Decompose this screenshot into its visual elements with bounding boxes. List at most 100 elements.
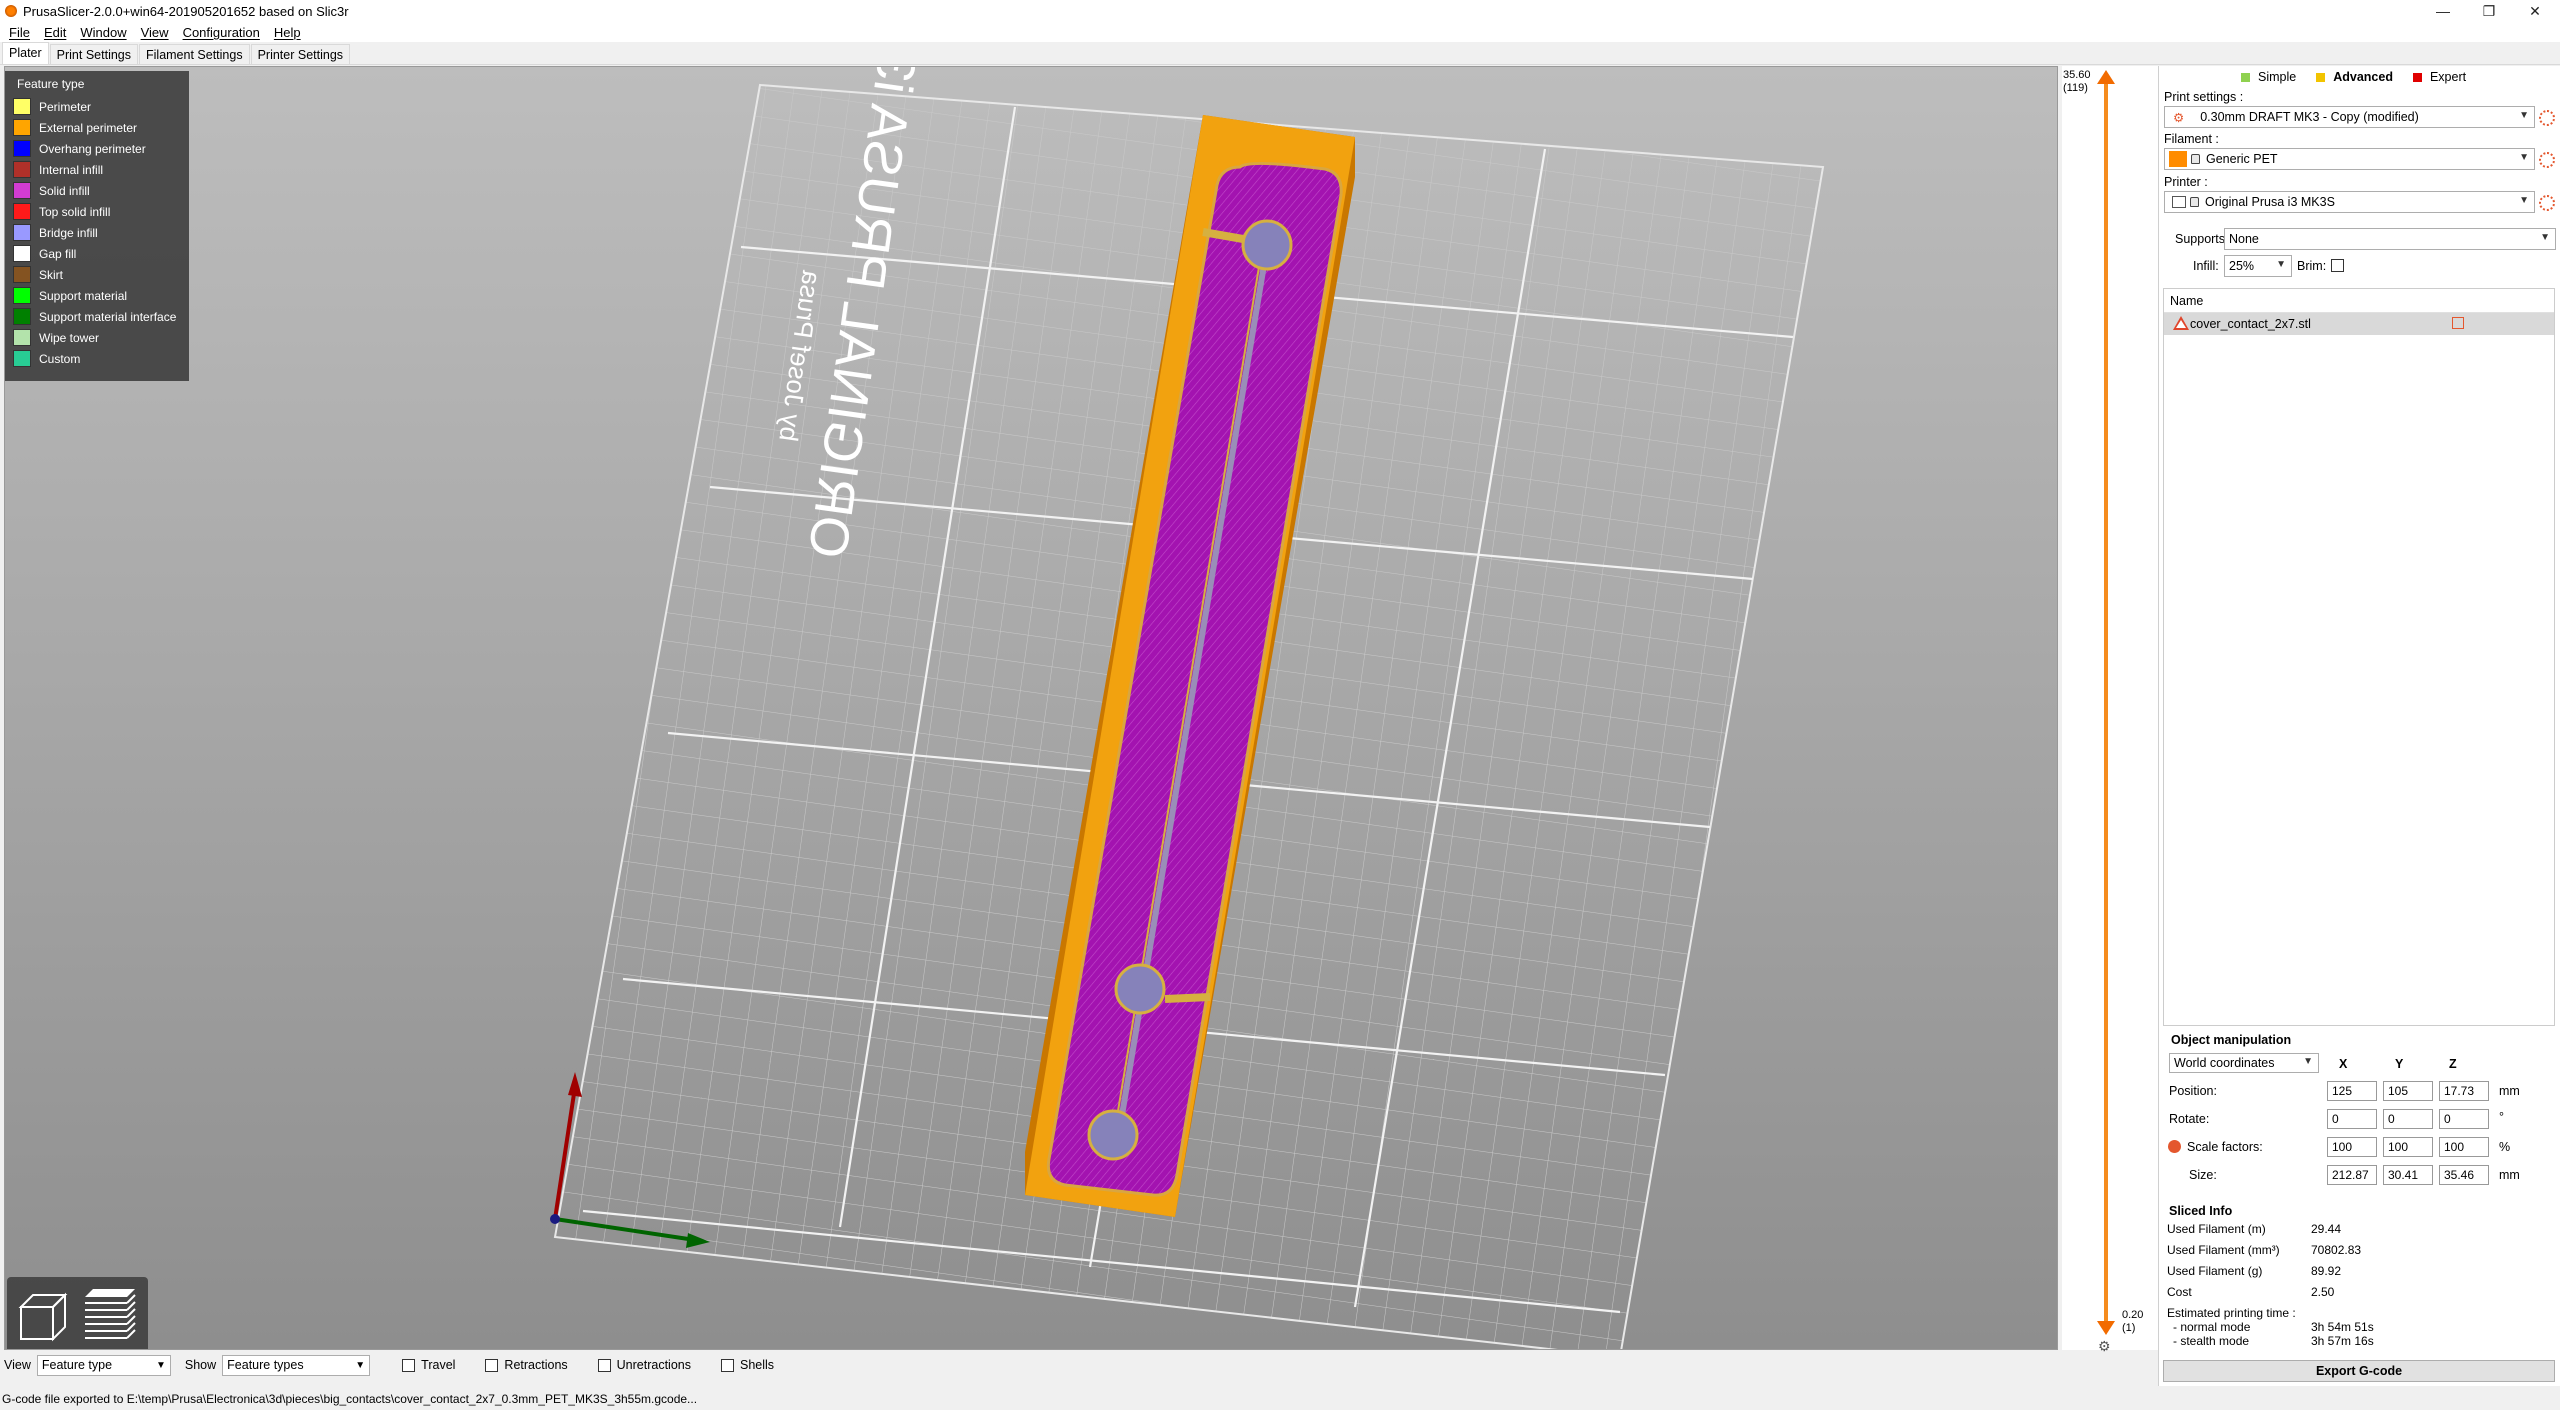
filament-combo[interactable]: Generic PET ▼ bbox=[2164, 148, 2535, 170]
layer-slider[interactable]: 35.60 (119) 0.20 (1) ⚙ bbox=[2062, 66, 2158, 1354]
legend-swatch bbox=[13, 350, 31, 367]
object-list[interactable]: Name cover_contact_2x7.stl bbox=[2163, 288, 2555, 1026]
legend-label: Wipe tower bbox=[39, 330, 100, 345]
window-title: PrusaSlicer-2.0.0+win64-201905201652 bas… bbox=[23, 3, 349, 19]
menu-window[interactable]: Window bbox=[75, 25, 135, 40]
legend-label: Bridge infill bbox=[39, 225, 98, 240]
print-settings-edit-icon[interactable] bbox=[2539, 110, 2555, 126]
legend-label: Top solid infill bbox=[39, 204, 111, 219]
infill-label: Infill: bbox=[2193, 259, 2219, 273]
supports-label: Supports: bbox=[2175, 232, 2229, 246]
layers-preview-icon[interactable] bbox=[79, 1285, 139, 1345]
tab-print-settings[interactable]: Print Settings bbox=[49, 44, 138, 64]
legend-item: Wipe tower bbox=[13, 327, 181, 348]
legend-swatch bbox=[13, 266, 31, 283]
filament-label: Filament : bbox=[2164, 132, 2219, 146]
travel-checkbox-box[interactable] bbox=[402, 1358, 416, 1372]
menu-edit[interactable]: Edit bbox=[39, 25, 75, 40]
scale-lock-icon[interactable] bbox=[2168, 1140, 2181, 1153]
menu-help[interactable]: Help bbox=[269, 25, 310, 40]
coordinates-value: World coordinates bbox=[2174, 1056, 2275, 1070]
export-gcode-button[interactable]: Export G-code bbox=[2163, 1360, 2555, 1382]
tab-filament-settings[interactable]: Filament Settings bbox=[139, 44, 250, 64]
size-z-input[interactable]: 35.46 bbox=[2439, 1165, 2489, 1185]
shells-checkbox[interactable]: Shells bbox=[721, 1358, 774, 1372]
position-x-input[interactable]: 125 bbox=[2327, 1081, 2377, 1101]
print-settings-combo[interactable]: ⚙ 0.30mm DRAFT MK3 - Copy (modified) ▼ bbox=[2164, 106, 2535, 128]
shells-checkbox-box[interactable] bbox=[721, 1358, 734, 1372]
used-filament-mm3-value: 70802.83 bbox=[2311, 1243, 2362, 1257]
scale-y-input[interactable]: 100 bbox=[2383, 1137, 2433, 1157]
position-z-input[interactable]: 17.73 bbox=[2439, 1081, 2489, 1101]
layer-bottom-height: 0.20 bbox=[2122, 1309, 2144, 1321]
object-list-row[interactable]: cover_contact_2x7.stl bbox=[2164, 313, 2554, 335]
size-y-input[interactable]: 30.41 bbox=[2383, 1165, 2433, 1185]
object-name: cover_contact_2x7.stl bbox=[2190, 317, 2311, 331]
mode-expert-dot bbox=[2412, 72, 2422, 82]
stealth-mode-value: 3h 57m 16s bbox=[2311, 1334, 2374, 1348]
retractions-checkbox-box[interactable] bbox=[485, 1358, 499, 1372]
mode-advanced[interactable]: Advanced bbox=[2316, 70, 2393, 84]
mode-expert[interactable]: Expert bbox=[2412, 70, 2466, 84]
minimize-button[interactable]: — bbox=[2420, 0, 2466, 22]
supports-combo[interactable]: None ▼ bbox=[2224, 228, 2556, 250]
retractions-checkbox[interactable]: Retractions bbox=[485, 1358, 568, 1372]
scale-label: Scale factors: bbox=[2187, 1140, 2263, 1154]
scale-x-input[interactable]: 100 bbox=[2327, 1137, 2377, 1157]
chevron-down-icon: ▼ bbox=[2276, 259, 2286, 270]
3d-view-icon[interactable] bbox=[13, 1285, 73, 1345]
close-button[interactable]: ✕ bbox=[2512, 0, 2558, 22]
printer-edit-icon[interactable] bbox=[2539, 195, 2555, 211]
rotate-x-input[interactable]: 0 bbox=[2327, 1109, 2377, 1129]
object-manipulation-title: Object manipulation bbox=[2171, 1033, 2292, 1047]
legend-label: Overhang perimeter bbox=[39, 141, 146, 156]
unretractions-checkbox[interactable]: Unretractions bbox=[597, 1358, 691, 1372]
infill-combo[interactable]: 25% ▼ bbox=[2224, 255, 2292, 277]
cost-value: 2.50 bbox=[2311, 1285, 2335, 1299]
view-label: View bbox=[4, 1358, 31, 1372]
normal-mode-value: 3h 54m 51s bbox=[2311, 1320, 2374, 1334]
legend-swatch bbox=[13, 161, 31, 178]
used-filament-m-value: 29.44 bbox=[2311, 1222, 2342, 1236]
scale-z-input[interactable]: 100 bbox=[2439, 1137, 2489, 1157]
legend-swatch bbox=[13, 329, 31, 346]
3d-preview-canvas[interactable]: ORIGINAL PRUSA i3 MK3 by Josef Prusa Fea… bbox=[4, 66, 2058, 1350]
coordinates-combo[interactable]: World coordinates ▼ bbox=[2169, 1053, 2319, 1073]
rotate-z-input[interactable]: 0 bbox=[2439, 1109, 2489, 1129]
preview-options-bar: View Feature type ▼ Show Feature types ▼… bbox=[0, 1352, 2158, 1378]
layer-slider-top-thumb[interactable] bbox=[2097, 70, 2115, 84]
legend-label: Support material interface bbox=[39, 309, 177, 324]
brim-checkbox[interactable] bbox=[2331, 259, 2344, 272]
tab-plater[interactable]: Plater bbox=[2, 42, 49, 64]
menu-configuration[interactable]: Configuration bbox=[178, 25, 269, 40]
position-label: Position: bbox=[2169, 1084, 2217, 1098]
status-bar: G-code file exported to E:\temp\Prusa\El… bbox=[0, 1388, 2560, 1410]
lock-icon bbox=[2191, 154, 2200, 164]
stealth-mode-label: - stealth mode bbox=[2173, 1334, 2250, 1348]
position-y-input[interactable]: 105 bbox=[2383, 1081, 2433, 1101]
show-combo[interactable]: Feature types ▼ bbox=[222, 1354, 371, 1376]
infill-value: 25% bbox=[2229, 259, 2255, 273]
tab-printer-settings[interactable]: Printer Settings bbox=[250, 44, 351, 64]
edit-object-icon[interactable] bbox=[2452, 317, 2464, 329]
layer-slider-bottom-thumb[interactable] bbox=[2097, 1321, 2115, 1335]
legend-label: Perimeter bbox=[39, 99, 92, 114]
menu-file[interactable]: File bbox=[4, 25, 39, 40]
view-value: Feature type bbox=[41, 1358, 113, 1372]
view-combo[interactable]: Feature type ▼ bbox=[36, 1354, 171, 1376]
printer-combo[interactable]: Original Prusa i3 MK3S ▼ bbox=[2164, 191, 2535, 213]
unretractions-checkbox-box[interactable] bbox=[597, 1358, 611, 1372]
size-x-input[interactable]: 212.87 bbox=[2327, 1165, 2377, 1185]
legend-swatch bbox=[13, 119, 31, 136]
rotate-y-input[interactable]: 0 bbox=[2383, 1109, 2433, 1129]
filament-edit-icon[interactable] bbox=[2539, 152, 2555, 168]
show-value: Feature types bbox=[227, 1358, 304, 1372]
menu-view[interactable]: View bbox=[136, 25, 178, 40]
size-label: Size: bbox=[2189, 1168, 2217, 1182]
mode-simple[interactable]: Simple bbox=[2241, 70, 2296, 84]
layer-slider-track[interactable] bbox=[2104, 76, 2108, 1324]
restore-button[interactable]: ❐ bbox=[2466, 0, 2512, 22]
scale-unit: % bbox=[2499, 1140, 2511, 1154]
travel-checkbox[interactable]: Travel bbox=[402, 1358, 455, 1372]
used-filament-g-label: Used Filament (g) bbox=[2167, 1264, 2263, 1278]
